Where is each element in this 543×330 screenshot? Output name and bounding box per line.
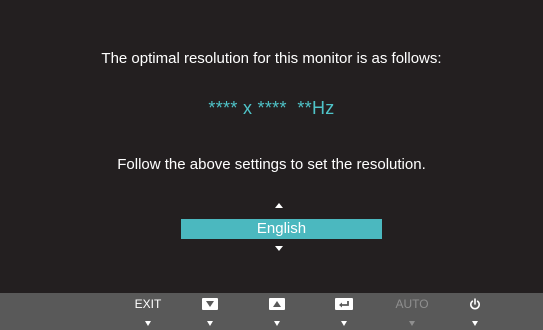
language-down-arrow-icon[interactable]: [275, 246, 283, 251]
language-up-arrow-icon[interactable]: [275, 203, 283, 208]
resolution-instruction: Follow the above settings to set the res…: [117, 156, 426, 173]
enter-button[interactable]: [324, 293, 364, 330]
down-button[interactable]: [190, 293, 230, 330]
optimal-resolution-message: The optimal resolution for this monitor …: [101, 50, 442, 67]
auto-button[interactable]: AUTO: [392, 293, 432, 330]
auto-label: AUTO: [395, 297, 429, 311]
enter-icon: [335, 298, 353, 310]
power-button[interactable]: [455, 293, 495, 330]
auto-pointer-icon: [409, 321, 415, 326]
power-icon: [470, 298, 480, 310]
up-pointer-icon: [274, 321, 280, 326]
down-arrow-icon: [202, 298, 218, 310]
monitor-osd-screen: The optimal resolution for this monitor …: [0, 0, 543, 330]
exit-label: EXIT: [134, 297, 162, 311]
exit-button[interactable]: EXIT: [128, 293, 168, 330]
language-selector[interactable]: English: [181, 219, 382, 239]
up-button[interactable]: [257, 293, 297, 330]
power-pointer-icon: [472, 321, 478, 326]
resolution-value: **** x **** **Hz: [208, 98, 335, 118]
exit-pointer-icon: [145, 321, 151, 326]
down-pointer-icon: [207, 321, 213, 326]
control-button-bar: EXIT AUTO: [0, 293, 543, 330]
enter-pointer-icon: [341, 321, 347, 326]
up-arrow-icon: [269, 298, 285, 310]
